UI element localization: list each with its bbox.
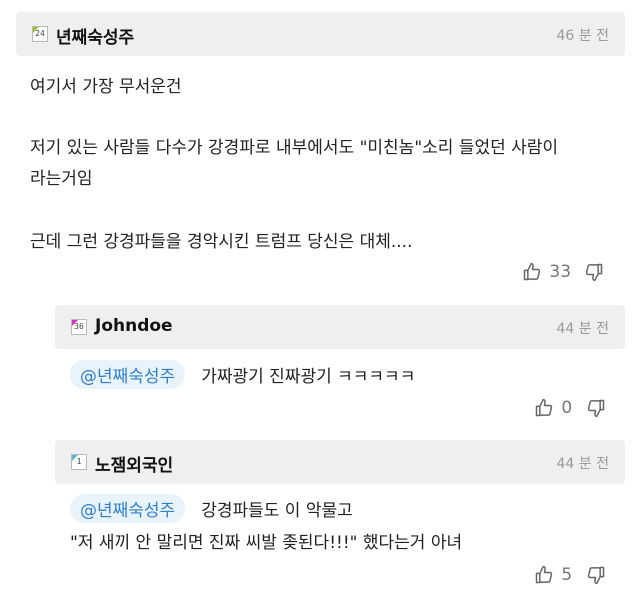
comment-text-line: 여기서 가장 무서운건 <box>30 77 182 97</box>
reply-header: 1 노잼외국인 44 분 전 <box>55 440 625 484</box>
reply-actions: 0 <box>534 398 606 418</box>
timestamp: 44 분 전 <box>556 456 609 472</box>
dislike-button[interactable] <box>584 262 604 282</box>
reply-text: 가짜광기 진짜광기 ㅋㅋㅋㅋㅋ <box>201 367 416 387</box>
comment-text-line: 저기 있는 사람들 다수가 강경파로 내부에서도 "미친놈"소리 들었던 사람이 <box>30 138 559 158</box>
dislike-button[interactable] <box>586 565 606 585</box>
reply-text-line: "저 새끼 안 말리면 진짜 씨발 좆된다!!!" 했다는거 아녀 <box>70 533 463 553</box>
like-button[interactable]: 33 <box>522 262 584 282</box>
thumbs-down-icon <box>587 566 604 585</box>
thumbs-up-icon <box>535 398 553 417</box>
mention-tag[interactable]: @년째숙성주 <box>70 494 186 523</box>
dislike-button[interactable] <box>586 398 606 418</box>
level-badge-icon: 1 <box>71 454 87 470</box>
comment-actions: 33 <box>522 262 604 282</box>
timestamp: 46 분 전 <box>556 28 609 44</box>
reply-text-line: @년째숙성주 강경파들도 이 악물고 <box>70 494 353 523</box>
mention-tag[interactable]: @년째숙성주 <box>70 360 186 389</box>
thumbs-down-icon <box>586 263 603 282</box>
level-badge-icon: 36 <box>71 319 87 335</box>
like-count: 0 <box>561 398 573 418</box>
like-count: 33 <box>549 262 572 282</box>
thumbs-up-icon <box>523 262 541 281</box>
comment-text-line: 라는거임 <box>30 169 93 189</box>
level-badge-icon: 24 <box>32 26 48 42</box>
thumbs-down-icon <box>587 399 604 418</box>
comment-header: 24 년째숙성주 46 분 전 <box>16 12 625 56</box>
comment-text-line: 근데 그런 강경파들을 경악시킨 트럼프 당신은 대체.... <box>30 232 413 252</box>
like-button[interactable]: 0 <box>534 398 586 418</box>
reply-header: 36 Johndoe 44 분 전 <box>55 305 625 349</box>
like-button[interactable]: 5 <box>534 565 586 585</box>
author-name[interactable]: 년째숙성주 <box>56 23 134 48</box>
reply-text: 강경파들도 이 악물고 <box>201 501 353 521</box>
timestamp: 44 분 전 <box>556 321 609 337</box>
thumbs-up-icon <box>535 565 553 584</box>
reply-text-line: @년째숙성주 가짜광기 진짜광기 ㅋㅋㅋㅋㅋ <box>70 360 415 389</box>
like-count: 5 <box>561 565 573 585</box>
reply-actions: 5 <box>534 565 606 585</box>
author-name[interactable]: 노잼외국인 <box>95 451 173 476</box>
author-name[interactable]: Johndoe <box>95 316 173 336</box>
